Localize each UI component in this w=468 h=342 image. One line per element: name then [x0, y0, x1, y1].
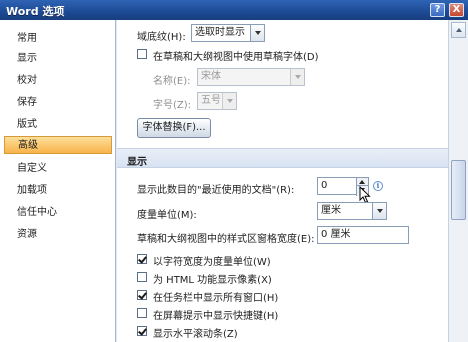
units-select[interactable]: 厘米	[317, 202, 387, 220]
help-button[interactable]: ?	[430, 3, 445, 17]
window-title: Word 选项	[6, 5, 65, 18]
hscroll-checkbox[interactable]	[137, 326, 147, 336]
sidebar-item-display[interactable]: 显示	[8, 50, 112, 68]
font-name-label: 名称(E):	[153, 76, 191, 87]
units-label: 度量单位(M):	[137, 210, 197, 221]
display-section-title: 显示	[127, 157, 147, 168]
sidebar-item-resources[interactable]: 资源	[8, 226, 112, 244]
style-area-value: 0 厘米	[321, 229, 351, 240]
options-content: 域底纹(H): 选取时显示 在草稿和大纲视图中使用草稿字体(D) 名称(E): …	[117, 20, 448, 342]
font-name-select[interactable]: 宋体	[197, 68, 305, 86]
chevron-down-icon[interactable]	[290, 69, 304, 85]
sidebar-item-layout[interactable]: 版式	[8, 116, 112, 134]
draft-font-label: 在草稿和大纲视图中使用草稿字体(D)	[153, 52, 319, 63]
options-sidebar: 常用 显示 校对 保存 版式 高级 自定义 加载项 信任中心 资源	[0, 20, 116, 342]
html-pixels-label: 为 HTML 功能显示像素(X)	[153, 275, 272, 286]
sidebar-item-trust-center[interactable]: 信任中心	[8, 204, 112, 222]
font-size-label: 字号(Z):	[153, 100, 192, 111]
sidebar-item-addins[interactable]: 加载项	[8, 182, 112, 200]
char-width-checkbox[interactable]	[137, 254, 147, 264]
char-width-label: 以字符宽度为度量单位(W)	[153, 257, 271, 268]
font-substitution-button[interactable]: 字体替换(F)...	[137, 118, 211, 138]
scrollbar-thumb[interactable]	[451, 160, 466, 220]
info-icon: i	[373, 181, 383, 191]
sidebar-item-proofing[interactable]: 校对	[8, 72, 112, 90]
sidebar-item-popular[interactable]: 常用	[8, 30, 112, 48]
font-size-value: 五号	[201, 95, 221, 106]
chevron-down-icon[interactable]	[222, 93, 236, 109]
spin-up-icon[interactable]	[357, 178, 368, 186]
font-name-value: 宋体	[201, 71, 221, 82]
font-size-select[interactable]: 五号	[197, 92, 237, 110]
shortcut-keys-label: 在屏幕提示中显示快捷键(H)	[153, 311, 279, 322]
style-area-input[interactable]: 0 厘米	[317, 226, 409, 244]
taskbar-windows-checkbox[interactable]	[137, 290, 147, 300]
display-section-header: 显示	[117, 148, 448, 168]
close-button[interactable]: X	[449, 3, 464, 17]
field-shading-value: 选取时显示	[195, 27, 245, 38]
scroll-up-icon[interactable]	[451, 22, 466, 38]
chevron-down-icon[interactable]	[372, 203, 386, 219]
html-pixels-checkbox[interactable]	[137, 272, 147, 282]
field-shading-label: 域底纹(H):	[137, 32, 186, 43]
shortcut-keys-checkbox[interactable]	[137, 308, 147, 318]
sidebar-item-advanced[interactable]: 高级	[4, 136, 112, 154]
recent-docs-label: 显示此数目的"最近使用的文档"(R):	[137, 185, 295, 196]
field-shading-select[interactable]: 选取时显示	[191, 24, 265, 42]
hscroll-label: 显示水平滚动条(Z)	[153, 329, 238, 340]
title-bar: Word 选项 ? X	[0, 0, 468, 20]
taskbar-windows-label: 在任务栏中显示所有窗口(H)	[153, 293, 279, 304]
sidebar-item-save[interactable]: 保存	[8, 94, 112, 112]
recent-docs-value: 0	[321, 180, 328, 191]
draft-font-checkbox[interactable]	[137, 49, 147, 59]
vertical-scrollbar[interactable]	[448, 20, 468, 342]
sidebar-item-customize[interactable]: 自定义	[8, 160, 112, 178]
units-value: 厘米	[321, 205, 341, 216]
style-area-label: 草稿和大纲视图中的样式区窗格宽度(E):	[137, 234, 315, 245]
chevron-down-icon[interactable]	[250, 25, 264, 41]
